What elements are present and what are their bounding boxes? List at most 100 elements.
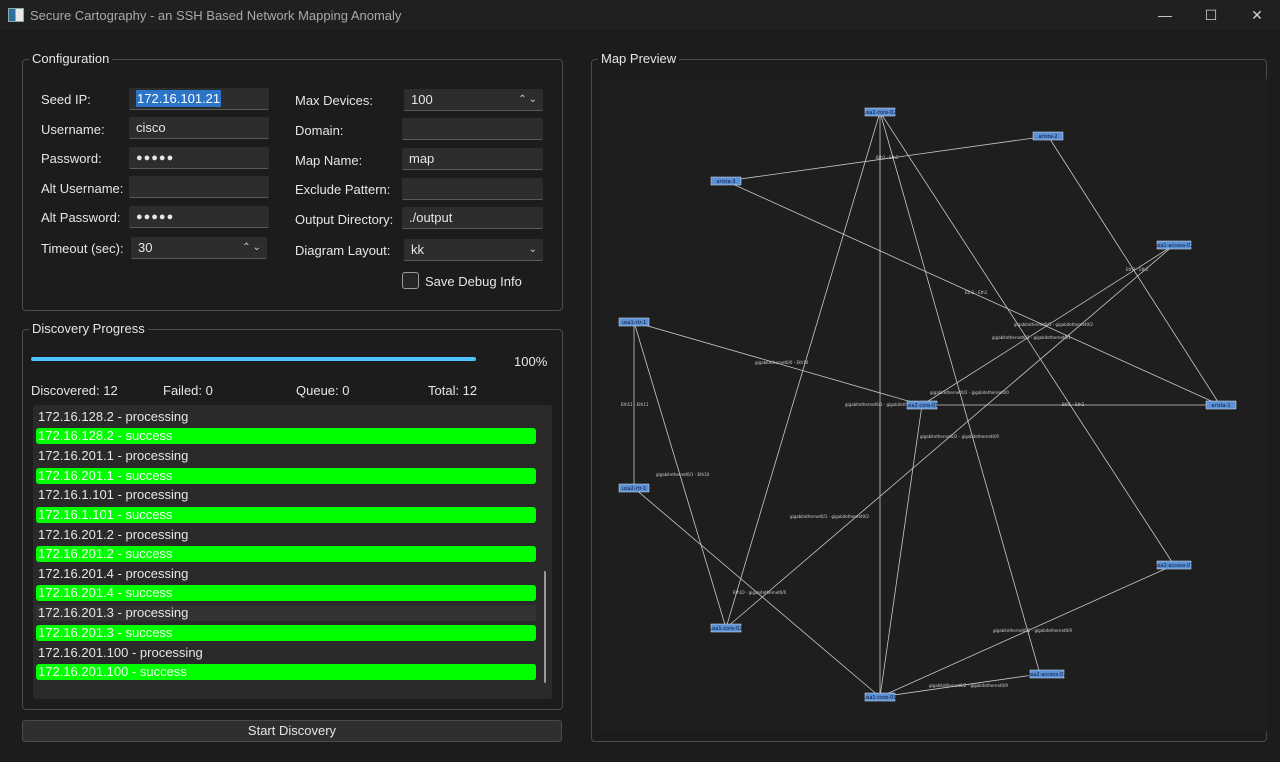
queue-count: Queue: 0 [296,383,350,398]
log-item: 172.16.201.100 - processing [38,645,203,660]
save-debug-checkbox[interactable] [402,272,419,289]
discovery-log-list[interactable]: 172.16.128.2 - processing 172.16.128.2 -… [33,405,552,699]
window-controls: — ☐ ✕ [1142,0,1280,30]
log-item: 172.16.128.2 - success [36,428,536,444]
max-devices-value: 100 [411,92,433,107]
edge-label: Eth1 - Eth2 [1062,402,1085,407]
map-node[interactable]: usa1-rtr-1 [618,317,650,327]
title-bar: Secure Cartography - an SSH Based Networ… [0,0,1280,30]
edge-label: Eth3 - Eth1 [1126,267,1149,272]
timeout-label: Timeout (sec): [41,241,124,256]
log-item: 172.16.201.2 - processing [38,527,189,542]
edge-label: gigabitethernet0/1 - gigabitethernet0/2 [1014,322,1093,327]
node-label: usa2-access-02 [1028,672,1067,678]
progress-percent: 100% [514,354,548,369]
start-discovery-button[interactable]: Start Discovery [22,720,562,742]
network-map[interactable]: Eth2 - Eth1 Eth3 - Eth1 Eth2 - Eth1 giga… [600,79,1267,732]
edge-label: Eth11 - Eth11 [621,402,649,407]
node-label: arista-2 [1038,134,1057,140]
alt-username-input[interactable] [129,176,269,198]
exclude-pattern-input[interactable] [402,178,543,200]
output-directory-input[interactable]: ./output [402,207,543,229]
map-nodes: usa2-core-02 arista-2 arista-3 usa1-acce… [618,107,1237,702]
max-devices-spinbox[interactable]: 100 ⌃⌄ [404,89,543,111]
node-label: usa1-rtr-1 [622,320,647,326]
map-node[interactable]: usa2-access-01 [1155,560,1194,570]
log-scrollbar[interactable] [544,571,546,683]
diagram-layout-select[interactable]: kk ⌄ [404,239,543,261]
total-count: Total: 12 [428,383,478,398]
map-node[interactable]: usa2-rtr-1 [618,483,650,493]
map-node[interactable]: usa1-access-02 [1155,240,1194,250]
password-input[interactable]: ●●●●● [129,147,269,169]
save-debug-label[interactable]: Save Debug Info [425,274,522,289]
timeout-spinbox[interactable]: 30 ⌃⌄ [131,237,267,259]
map-node[interactable]: arista-3 [710,176,742,186]
discovery-progress-title: Discovery Progress [29,321,148,336]
node-label: usa1-core-01 [864,695,897,701]
username-input[interactable]: cisco [129,117,269,139]
node-label: arista-3 [716,179,735,185]
map-preview-title: Map Preview [598,51,680,66]
map-node[interactable]: usa2-core-01 [906,400,939,410]
exclude-pattern-label: Exclude Pattern: [295,182,391,197]
node-label: usa2-core-01 [906,403,939,409]
node-label: usa2-rtr-1 [622,486,647,492]
log-item: 172.16.201.1 - success [36,468,536,484]
window-title: Secure Cartography - an SSH Based Networ… [30,7,402,23]
app-icon [8,8,24,22]
close-button[interactable]: ✕ [1234,0,1280,30]
log-item: 172.16.201.100 - success [36,664,536,680]
close-icon: ✕ [1251,6,1263,23]
domain-label: Domain: [295,123,344,138]
diagram-layout-value: kk [411,242,424,257]
node-label: arista-1 [1211,403,1230,409]
configuration-title: Configuration [29,51,113,66]
node-label: usa1-core-02 [710,626,743,632]
map-node[interactable]: usa1-core-01 [864,692,897,702]
node-label: usa2-access-01 [1155,563,1194,569]
edge-label: gigabitethernet0/1 - gigabitethernet0/1 [992,335,1071,340]
map-canvas[interactable]: Eth2 - Eth1 Eth3 - Eth1 Eth2 - Eth1 giga… [600,79,1267,732]
password-label: Password: [41,151,102,166]
minimize-button[interactable]: — [1142,0,1188,30]
map-name-input[interactable]: map [402,148,543,170]
log-item: 172.16.201.3 - success [36,625,536,641]
edge-label: Eth2 - Eth1 [965,290,988,295]
log-item: 172.16.201.4 - processing [38,566,189,581]
diagram-layout-label: Diagram Layout: [295,243,391,258]
edge-label: gigabitethernet0/2 - gigabitethernet0/9 [929,683,1008,688]
edge-label: gigabitethernet0/2 - gigabitethernet0/9 [993,628,1072,633]
log-item: 172.16.201.2 - success [36,546,536,562]
spin-arrows-icon[interactable]: ⌃⌄ [518,89,539,111]
alt-username-label: Alt Username: [41,181,124,196]
minimize-icon: — [1158,7,1172,23]
map-node[interactable]: arista-2 [1032,131,1064,141]
node-label: usa1-access-02 [1155,243,1194,249]
log-item: 172.16.201.3 - processing [36,605,536,621]
max-devices-label: Max Devices: [295,93,374,108]
map-node[interactable]: usa2-access-02 [1028,669,1067,679]
timeout-value: 30 [138,240,153,255]
edge-label: gigabitethernet0/2 - gigabitethernet0/0 [930,390,1009,395]
log-item: 172.16.128.2 - processing [38,409,189,424]
edge-label: gigabitethernet0/1 - gigabitethernet0/2 [790,514,869,519]
spin-arrows-icon[interactable]: ⌃⌄ [242,237,263,259]
log-item: 172.16.1.101 - processing [38,487,189,502]
seed-ip-input[interactable]: 172.16.101.21 [129,88,269,110]
maximize-button[interactable]: ☐ [1188,0,1234,30]
log-item: 172.16.201.1 - processing [38,448,189,463]
node-label: usa2-core-02 [864,110,897,116]
map-node[interactable]: usa2-core-02 [864,107,897,117]
edge-label: gigabitethernet0/0 - Eth10 [755,360,809,365]
alt-password-input[interactable]: ●●●●● [129,206,269,228]
map-edge [879,404,923,698]
output-directory-label: Output Directory: [295,212,394,227]
domain-input[interactable] [402,118,543,140]
map-node[interactable]: usa1-core-02 [710,623,743,633]
map-node[interactable]: arista-1 [1205,400,1237,410]
progress-bar [31,357,476,361]
edge-label: Eth10 - gigabitethernet0/0 [733,590,787,595]
edge-label: gigabitethernet0/2 - gigabitethernet0/9 [920,434,999,439]
failed-count: Failed: 0 [163,383,213,398]
